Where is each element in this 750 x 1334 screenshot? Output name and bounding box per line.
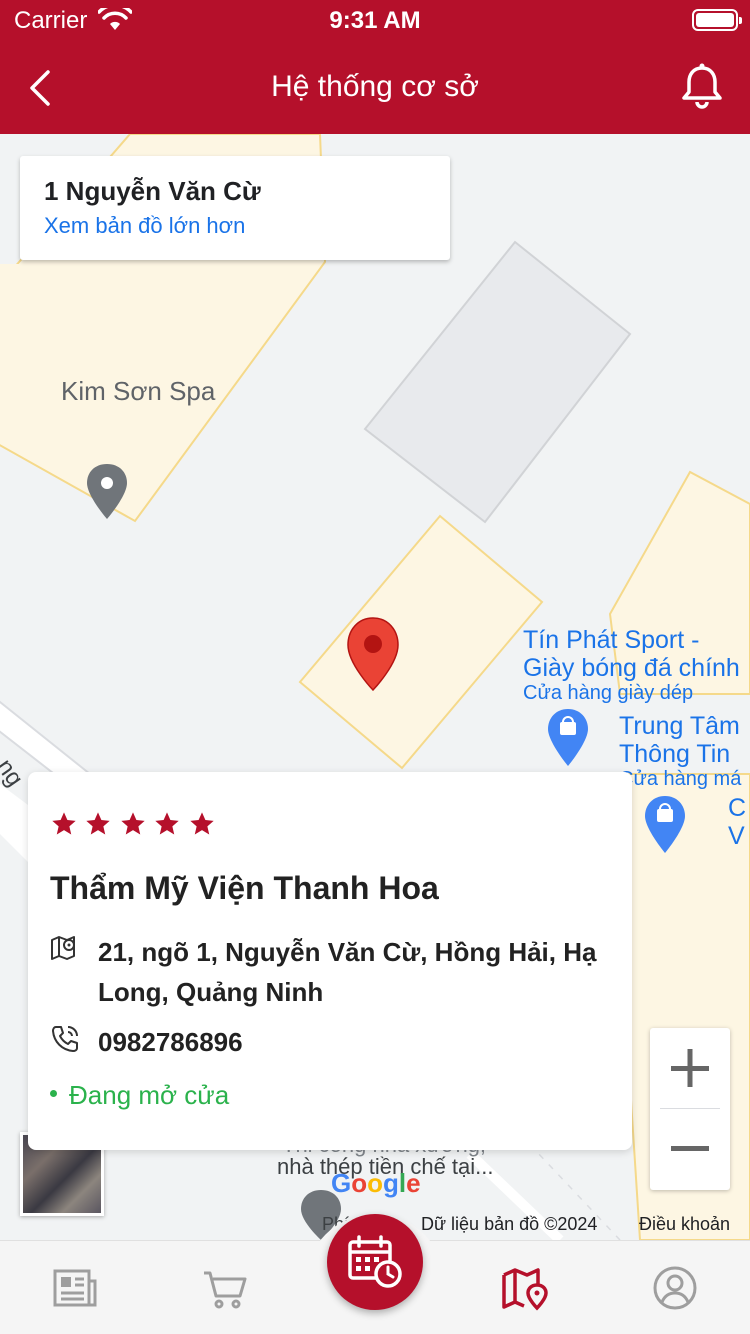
news-icon[interactable] <box>50 1263 100 1313</box>
phone-icon <box>52 1026 78 1052</box>
status-dot-icon <box>50 1089 57 1097</box>
star-icon <box>155 812 180 835</box>
poi-c-line1[interactable]: C <box>728 794 746 823</box>
business-phone[interactable]: 0982786896 <box>98 1022 610 1062</box>
business-address-line2: Long, Quảng Ninh <box>98 977 324 1007</box>
place-name: 1 Nguyễn Văn Cừ <box>44 176 261 206</box>
poi-trung-tam-line2[interactable]: Thông Tin <box>619 740 730 769</box>
battery-icon <box>692 9 742 31</box>
google-logo: Google <box>331 1168 421 1198</box>
open-status-label: Đang mở cửa <box>69 1080 230 1110</box>
star-icon <box>52 812 76 835</box>
open-status: Đang mở cửa <box>50 1080 229 1111</box>
bell-icon[interactable] <box>680 62 724 110</box>
place-card: 1 Nguyễn Văn Cừ Xem bản đồ lớn hơn <box>20 156 450 260</box>
map-address-icon <box>51 936 75 960</box>
profile-icon[interactable] <box>650 1263 700 1313</box>
star-icon <box>190 812 214 835</box>
top-bar: Carrier 9:31 AM Hệ thống cơ sở <box>0 0 750 134</box>
view-larger-map-link[interactable]: Xem bản đồ lớn hơn <box>44 213 426 239</box>
address-row: 21, ngõ 1, Nguyễn Văn Cừ, Hồng Hải, Hạ L… <box>50 932 610 1012</box>
zoom-control <box>650 1028 730 1190</box>
booking-calendar-icon <box>348 1235 402 1288</box>
poi-c-line2[interactable]: V <box>728 822 745 851</box>
map-data-attribution: Dữ liệu bản đồ ©2024 <box>421 1214 598 1234</box>
phone-row[interactable]: 0982786896 <box>50 1022 610 1062</box>
booking-fab-button[interactable] <box>327 1214 423 1310</box>
status-time: 9:31 AM <box>329 7 421 34</box>
star-icon <box>121 812 145 835</box>
poi-tin-phat-line2[interactable]: Giày bóng đá chính <box>523 654 740 683</box>
page-title: Hệ thống cơ sở <box>271 70 479 103</box>
poi-trung-tam-line1[interactable]: Trung Tâm <box>619 712 740 741</box>
zoom-in-button[interactable] <box>650 1028 730 1108</box>
poi-tin-phat-line1[interactable]: Tín Phát Sport - <box>523 626 699 655</box>
status-bar: Carrier 9:31 AM <box>0 0 750 40</box>
business-address-line1: 21, ngõ 1, Nguyễn Văn Cừ, Hồng Hải, Hạ <box>98 937 597 967</box>
map-terms-link[interactable]: Điều khoản <box>639 1214 730 1235</box>
cart-icon[interactable] <box>200 1263 250 1313</box>
rating-stars <box>50 810 218 840</box>
zoom-out-button[interactable] <box>650 1110 730 1190</box>
star-icon <box>86 812 111 835</box>
map-icon[interactable] <box>500 1263 550 1313</box>
business-name: Thẩm Mỹ Viện Thanh Hoa <box>50 870 439 906</box>
business-info-card[interactable]: Thẩm Mỹ Viện Thanh Hoa 21, ngõ 1, Nguyễn… <box>28 772 632 1150</box>
poi-kim-son-spa[interactable]: Kim Sơn Spa <box>61 376 215 407</box>
poi-tin-phat-category: Cửa hàng giày dép <box>523 682 694 704</box>
zoom-divider <box>660 1108 720 1109</box>
poi-trung-tam-category: Cửa hàng má <box>619 768 742 790</box>
